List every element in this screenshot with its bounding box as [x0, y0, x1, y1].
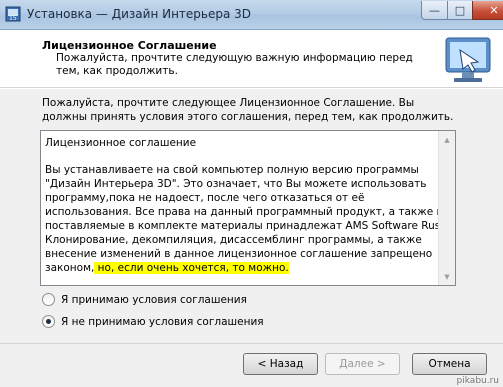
scroll-down-icon[interactable]: ▼	[439, 268, 455, 285]
decline-radio[interactable]	[42, 315, 55, 328]
license-text-area[interactable]: Лицензионное соглашение Вы устанавливает…	[40, 130, 456, 286]
close-icon: ✕	[489, 3, 499, 17]
license-main-text: Вы устанавливаете на свой компьютер полн…	[45, 164, 450, 274]
wizard-footer: < Назад Далее > Отмена pikabu.ru	[0, 343, 503, 387]
maximize-icon: □	[454, 3, 466, 17]
scroll-up-icon[interactable]: ▲	[439, 131, 455, 148]
instruction-text: Пожалуйста, прочтите следующее Лицензион…	[42, 97, 454, 123]
decline-label: Я не принимаю условия соглашения	[61, 315, 264, 328]
minimize-button[interactable]: —	[421, 1, 448, 20]
window-title: Установка — Дизайн Интерьера 3D	[27, 7, 252, 21]
license-highlighted-text: но, если очень хочется, то можно.	[94, 262, 289, 274]
monitor-setup-logo	[445, 37, 491, 82]
wizard-header: Лицензионное Соглашение Пожалуйста, проч…	[0, 30, 503, 88]
minimize-icon: —	[429, 3, 440, 17]
accept-label: Я принимаю условия соглашения	[61, 293, 247, 306]
decline-option[interactable]: Я не принимаю условия соглашения	[42, 315, 264, 328]
license-body: Вы устанавливаете на свой компьютер полн…	[45, 163, 453, 275]
maximize-button[interactable]: □	[447, 1, 473, 20]
vertical-scrollbar[interactable]: ▲ ▼	[438, 131, 455, 285]
cancel-button[interactable]: Отмена	[412, 353, 487, 375]
close-button[interactable]: ✕	[472, 1, 503, 20]
accept-radio[interactable]	[42, 293, 55, 306]
back-button[interactable]: < Назад	[243, 353, 318, 375]
svg-text:15: 15	[9, 15, 17, 22]
wizard-body: Пожалуйста, прочтите следующее Лицензион…	[0, 89, 503, 343]
license-heading: Лицензионное соглашение	[45, 137, 197, 149]
page-title: Лицензионное Соглашение	[42, 39, 217, 52]
accept-option[interactable]: Я принимаю условия соглашения	[42, 293, 247, 306]
title-bar: 15 Установка — Дизайн Интерьера 3D — □ ✕	[0, 0, 503, 30]
next-button[interactable]: Далее >	[325, 353, 400, 375]
page-description: Пожалуйста, прочтите следующую важную ин…	[56, 52, 413, 77]
watermark: pikabu.ru	[456, 376, 499, 386]
installer-app-icon: 15	[5, 6, 21, 22]
